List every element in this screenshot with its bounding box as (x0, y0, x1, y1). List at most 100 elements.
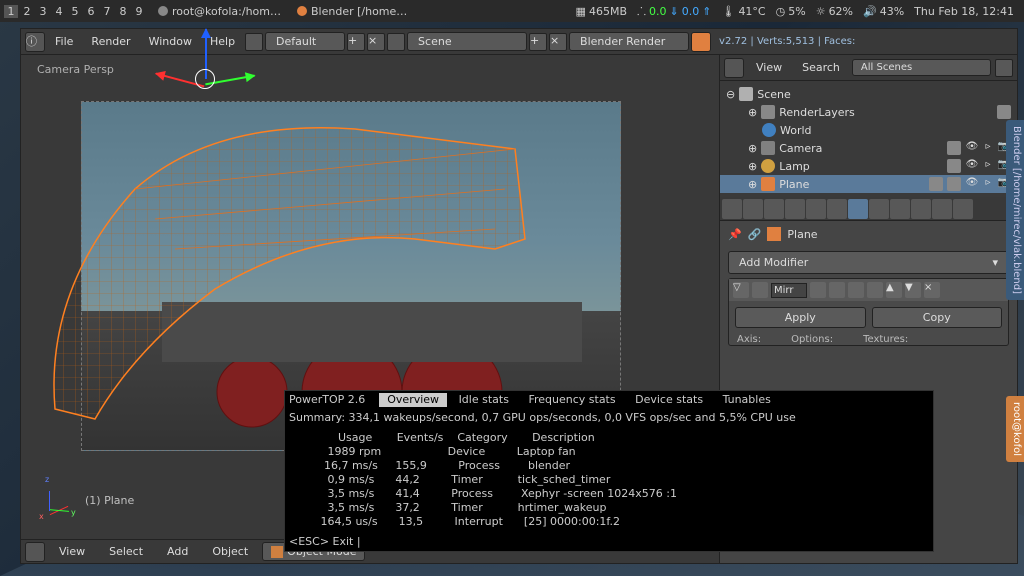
outliner-type-icon[interactable] (724, 58, 744, 78)
workspace-9[interactable]: 9 (132, 5, 146, 18)
footer-object[interactable]: Object (202, 543, 258, 560)
editor-type-icon[interactable]: ⓘ (25, 32, 45, 52)
task-blender[interactable]: Blender [/home… (289, 5, 415, 18)
window-title-tab[interactable]: Blender [/home/mirec/vlak.blend] (1006, 120, 1024, 300)
selection-label: (1) Plane (85, 494, 134, 507)
label-textures: Textures: (863, 334, 908, 345)
tab-constraints[interactable] (827, 199, 847, 219)
outliner-view-menu[interactable]: View (748, 61, 790, 74)
render-engine-dropdown[interactable]: Blender Render (569, 32, 689, 51)
powertop-terminal[interactable]: PowerTOP 2.6 Overview Idle stats Frequen… (284, 390, 934, 552)
temp-value: 41°C (738, 5, 765, 18)
workspace-6[interactable]: 6 (84, 5, 98, 18)
add-modifier-dropdown[interactable]: Add Modifier▾ (728, 251, 1009, 274)
add-layout-button[interactable]: + (347, 33, 365, 51)
cursor-icon[interactable]: ▹ (981, 177, 995, 191)
terminal-title-tab[interactable]: root@kofol (1006, 396, 1024, 462)
back-button[interactable] (245, 33, 263, 51)
cursor-icon[interactable]: ▹ (981, 141, 995, 155)
tab-world[interactable] (785, 199, 805, 219)
workspace-8[interactable]: 8 (116, 5, 130, 18)
tab-device-stats[interactable]: Device stats (627, 393, 711, 407)
task-label: root@kofola:/hom… (172, 5, 281, 18)
gizmo-origin[interactable] (195, 69, 215, 89)
tray-brightness[interactable]: ☼62% (816, 5, 853, 18)
tab-data[interactable] (869, 199, 889, 219)
workspace-5[interactable]: 5 (68, 5, 82, 18)
eye-icon[interactable]: 👁 (965, 159, 979, 173)
editor-type-3dview-icon[interactable] (25, 542, 45, 562)
tab-modifiers[interactable] (848, 199, 868, 219)
tray-memory[interactable]: ▦465MB (576, 5, 627, 18)
cursor-icon[interactable]: ▹ (981, 159, 995, 173)
footer-select[interactable]: Select (99, 543, 153, 560)
tray-volume[interactable]: 🔊43% (863, 5, 904, 18)
tree-camera[interactable]: ⊕Camera👁▹📷 (720, 139, 1017, 157)
modifier-name-input[interactable] (771, 283, 807, 298)
tray-temp[interactable]: 🌡41°C (721, 5, 765, 18)
tab-overview[interactable]: Overview (379, 393, 447, 407)
show-render-icon[interactable] (810, 282, 826, 298)
tab-renderlayers[interactable] (743, 199, 763, 219)
add-scene-button[interactable]: + (529, 33, 547, 51)
tab-idle-stats[interactable]: Idle stats (451, 393, 517, 407)
outliner-search-menu[interactable]: Search (794, 61, 848, 74)
tab-particles[interactable] (932, 199, 952, 219)
tree-scene[interactable]: ⊖Scene (720, 85, 1017, 103)
tab-scene[interactable] (764, 199, 784, 219)
blender-logo-icon (691, 32, 711, 52)
tab-tunables[interactable]: Tunables (715, 393, 779, 407)
outliner-header: View Search All Scenes (720, 55, 1017, 81)
show-editmode-icon[interactable] (848, 282, 864, 298)
footer-view[interactable]: View (49, 543, 95, 560)
sun-icon: ☼ (816, 5, 826, 18)
tray-network[interactable]: ⸫0.0⇓0.0⇑ (637, 4, 711, 19)
eye-icon[interactable]: 👁 (965, 141, 979, 155)
tab-frequency-stats[interactable]: Frequency stats (520, 393, 623, 407)
tab-physics[interactable] (953, 199, 973, 219)
move-up-icon[interactable]: ▲ (886, 282, 902, 298)
tree-plane[interactable]: ⊕Plane👁▹📷 (720, 175, 1017, 193)
apply-button[interactable]: Apply (735, 307, 866, 328)
tree-world[interactable]: World (720, 121, 1017, 139)
renderlayer-badge-icon (997, 105, 1011, 119)
workspace-3[interactable]: 3 (36, 5, 50, 18)
scene-browse-button[interactable] (387, 33, 405, 51)
footer-add[interactable]: Add (157, 543, 198, 560)
layout-dropdown[interactable]: Default (265, 32, 345, 51)
outliner-filter-button[interactable] (995, 59, 1013, 77)
tray-clock[interactable]: Thu Feb 18, 12:41 (914, 5, 1014, 18)
scene-dropdown[interactable]: Scene (407, 32, 527, 51)
tab-material[interactable] (890, 199, 910, 219)
eye-icon[interactable]: 👁 (965, 177, 979, 191)
tab-render[interactable] (722, 199, 742, 219)
task-terminal[interactable]: root@kofola:/hom… (150, 5, 289, 18)
tab-object[interactable] (806, 199, 826, 219)
move-down-icon[interactable]: ▼ (905, 282, 921, 298)
collapse-icon[interactable]: ▽ (733, 282, 749, 298)
remove-scene-button[interactable]: × (549, 33, 567, 51)
powertop-footer: <ESC> Exit | (289, 535, 361, 549)
menu-window[interactable]: Window (141, 35, 200, 48)
remove-layout-button[interactable]: × (367, 33, 385, 51)
workspace-2[interactable]: 2 (20, 5, 34, 18)
tab-texture[interactable] (911, 199, 931, 219)
menu-render[interactable]: Render (83, 35, 138, 48)
tray-cpu[interactable]: ◷5% (776, 5, 806, 18)
delete-modifier-icon[interactable]: × (924, 282, 940, 298)
cpu-icon: ◷ (776, 5, 786, 18)
menu-file[interactable]: File (47, 35, 81, 48)
show-cage-icon[interactable] (867, 282, 883, 298)
lamp-icon (761, 159, 775, 173)
workspace-4[interactable]: 4 (52, 5, 66, 18)
workspace-7[interactable]: 7 (100, 5, 114, 18)
copy-button[interactable]: Copy (872, 307, 1003, 328)
net-down-value: 0.0 (649, 5, 667, 18)
tree-lamp[interactable]: ⊕Lamp👁▹📷 (720, 157, 1017, 175)
pin-icon[interactable]: 📌 (728, 228, 742, 241)
show-viewport-icon[interactable] (829, 282, 845, 298)
table-row: 3,5 ms/s 41,4 Process Xephyr -screen 102… (289, 487, 929, 501)
outliner-filter-dropdown[interactable]: All Scenes (852, 59, 991, 76)
workspace-1[interactable]: 1 (4, 5, 18, 18)
tree-renderlayers[interactable]: ⊕RenderLayers (720, 103, 1017, 121)
